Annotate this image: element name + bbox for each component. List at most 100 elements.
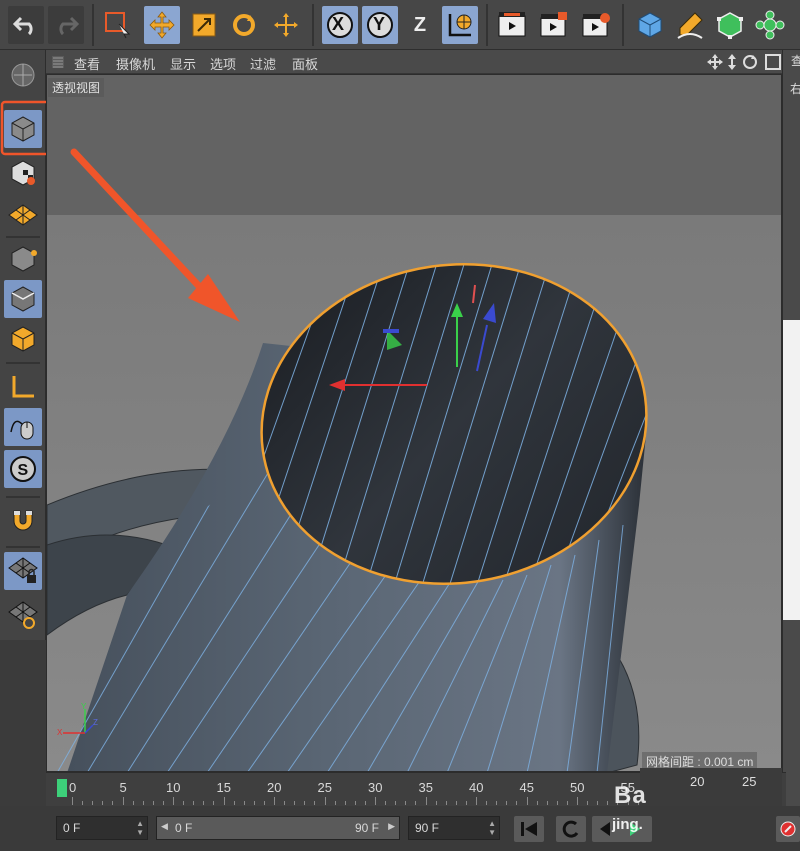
redo-button[interactable]: [48, 6, 84, 44]
timeline-tick: [385, 801, 387, 805]
svg-text:S: S: [18, 462, 29, 479]
timeline-tick: [112, 801, 114, 805]
edges-mode-button[interactable]: [4, 280, 42, 318]
timeline-tick: [425, 797, 427, 805]
y-axis-lock-button[interactable]: Y: [362, 6, 398, 44]
timeline-tick: [82, 801, 84, 805]
tweak-mode-button[interactable]: [4, 408, 42, 446]
transform-button[interactable]: [268, 6, 304, 44]
mini-timeline: 20 25: [640, 768, 782, 806]
viewport-nav-icons[interactable]: [706, 53, 784, 71]
menu-view[interactable]: 查看: [74, 54, 100, 73]
world-coordinate-icon: [448, 14, 472, 37]
subdivision-surface-button[interactable]: [712, 6, 748, 44]
menu-filter[interactable]: 过滤: [250, 54, 276, 73]
locked-workplane-button[interactable]: [4, 552, 42, 590]
render-view-button[interactable]: [494, 6, 530, 44]
range-left-arrow-icon[interactable]: ◀: [161, 821, 168, 832]
go-to-start-button[interactable]: [514, 816, 544, 842]
cloner-icon: [755, 10, 785, 40]
right-panel-tab-2[interactable]: 右: [790, 80, 800, 97]
c4d-window: X Y Z S 查看 摄像机 显示 选项 过滤 面板 Y X Z 透视视图 网格…: [0, 0, 800, 851]
workplane-grid-icon: [8, 204, 38, 226]
solo-icon: S: [10, 456, 36, 482]
move-icon: [149, 11, 175, 39]
pen-tool-button[interactable]: [672, 6, 708, 44]
texture-mode-button[interactable]: [4, 154, 42, 192]
world-coordinates-button[interactable]: [442, 6, 478, 44]
cube-object-button[interactable]: [632, 6, 668, 44]
timeline-tick: [506, 801, 508, 805]
menu-options[interactable]: 选项: [210, 54, 236, 73]
range-right-arrow-icon[interactable]: ▶: [388, 821, 395, 832]
timeline-tick: [405, 801, 407, 805]
timeline-playhead[interactable]: [57, 779, 67, 797]
timeline-tick: [304, 801, 306, 805]
preview-range-slider[interactable]: ◀ 0 F 90 F ▶: [156, 816, 400, 840]
timeline-tick: [354, 801, 356, 805]
timeline-tick: [536, 801, 538, 805]
live-selection-button[interactable]: [100, 6, 136, 44]
points-mode-button[interactable]: [4, 240, 42, 278]
polygons-mode-button[interactable]: [4, 320, 42, 358]
range-start-value: 0 F: [175, 821, 193, 835]
render-settings-button[interactable]: [578, 6, 614, 44]
planar-grid-icon: [8, 601, 38, 629]
cloner-button[interactable]: [752, 6, 788, 44]
timeline-tick: [465, 801, 467, 805]
timeline-tick: [344, 801, 346, 805]
undo-button[interactable]: [8, 6, 44, 44]
cube-icon: [638, 12, 662, 38]
snap-button[interactable]: [4, 502, 42, 540]
move-button[interactable]: [144, 6, 180, 44]
timeline-tick: [314, 801, 316, 805]
scale-icon: [192, 13, 216, 37]
watermark-logo: Ba: [614, 782, 647, 809]
make-editable-button[interactable]: [4, 56, 42, 94]
timeline-tick: [566, 801, 568, 805]
x-axis-lock-button[interactable]: X: [322, 6, 358, 44]
timeline-tick: [607, 801, 609, 805]
menu-panel[interactable]: 面板: [292, 54, 318, 73]
timeline-tick: [274, 797, 275, 805]
scale-button[interactable]: [186, 6, 222, 44]
menu-cameras[interactable]: 摄像机: [116, 54, 155, 73]
axis-icon: [12, 376, 34, 398]
render-picture-viewer-button[interactable]: [536, 6, 572, 44]
viewport-name-label: 透视视图: [48, 78, 105, 97]
solo-button[interactable]: S: [4, 450, 42, 488]
timeline-tick: [263, 801, 265, 805]
z-axis-lock-button[interactable]: Z: [402, 6, 438, 44]
timeline-tick: [445, 801, 447, 805]
points-mode-icon: [11, 246, 37, 272]
timeline-tick: [334, 801, 336, 805]
top-toolbar: X Y Z: [0, 0, 800, 50]
end-frame-field[interactable]: 90 F ▲ ▼: [408, 816, 500, 840]
timeline-tick: [597, 801, 599, 805]
mini-tick-label: 20: [690, 774, 705, 789]
loop-button[interactable]: [556, 816, 586, 842]
timeline-tick: [223, 797, 225, 805]
start-frame-field[interactable]: 0 F ▲ ▼: [56, 816, 148, 840]
enable-axis-button[interactable]: [4, 368, 42, 406]
spinner-icon: ▲ ▼: [136, 819, 144, 837]
edges-mode-icon: [11, 286, 35, 312]
record-button[interactable]: [776, 816, 800, 842]
timeline-tick: [486, 801, 488, 805]
timeline-tick: [496, 801, 498, 805]
planar-workplane-button[interactable]: [4, 596, 42, 634]
rotate-button[interactable]: [226, 6, 262, 44]
timeline-tick: [375, 797, 376, 805]
right-panel-tab[interactable]: 查: [791, 52, 800, 69]
workplane-mode-button[interactable]: [4, 196, 42, 234]
end-frame-value: 90 F: [415, 821, 440, 835]
magnet-icon: [13, 510, 33, 531]
timeline-tick: [213, 801, 215, 805]
timeline-tick: [526, 797, 528, 805]
render-settings-icon: [582, 13, 610, 37]
z-axis-label: Z: [413, 13, 427, 36]
menu-display[interactable]: 显示: [170, 54, 196, 73]
render-view-icon: [498, 12, 526, 37]
timeline-tick: [395, 801, 397, 805]
mouse-icon: [10, 420, 34, 440]
